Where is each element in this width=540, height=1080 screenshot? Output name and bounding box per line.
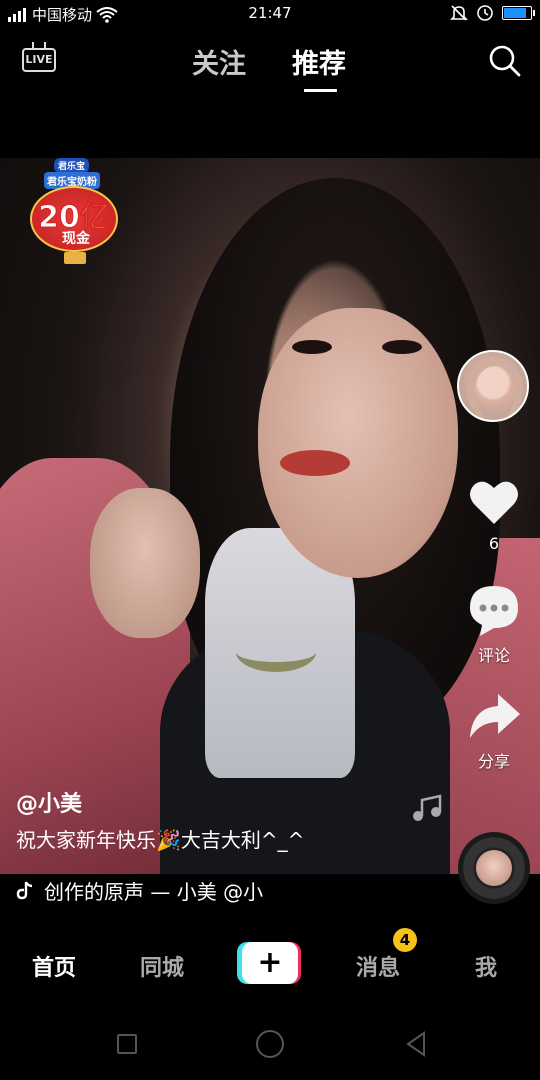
- music-disc[interactable]: [458, 832, 530, 904]
- battery-icon: [502, 6, 535, 20]
- search-button[interactable]: [488, 44, 522, 78]
- mute-icon: [450, 5, 468, 21]
- tab-city[interactable]: 同城: [140, 950, 184, 982]
- tab-follow[interactable]: 关注: [192, 42, 246, 81]
- share-button[interactable]: 分享: [454, 688, 534, 772]
- status-right: [450, 4, 535, 22]
- comment-icon: [470, 586, 518, 636]
- share-arrow-icon: [470, 694, 520, 738]
- back-button[interactable]: [402, 1030, 430, 1058]
- floating-music-note-icon: [413, 794, 442, 821]
- alarm-icon: [477, 5, 493, 21]
- video-caption: 祝大家新年快乐🎉大吉大利^_^: [16, 828, 305, 852]
- music-row[interactable]: 创作的原声 — 小美 @小: [16, 876, 456, 904]
- comment-label: 评论: [477, 646, 510, 665]
- promo-cash: 现金: [62, 231, 90, 247]
- tab-home[interactable]: 首页: [32, 950, 76, 982]
- tab-messages[interactable]: 消息: [356, 950, 400, 982]
- music-title: 创作的原声 — 小美 @小: [44, 879, 264, 904]
- plus-icon: +: [257, 945, 283, 980]
- messages-badge: 4: [393, 928, 417, 952]
- video-figure-lips: [280, 450, 350, 476]
- video-figure-face: [258, 308, 458, 578]
- tab-me[interactable]: 我: [475, 950, 497, 982]
- like-button[interactable]: 6: [454, 474, 534, 553]
- author-username[interactable]: @小美: [16, 786, 82, 818]
- live-label: LIVE: [22, 48, 56, 72]
- top-nav: LIVE 关注 推荐: [0, 34, 540, 98]
- heart-icon: [470, 481, 518, 524]
- tab-recommend[interactable]: 推荐: [292, 42, 346, 81]
- status-bar: 中国移动 21:47: [0, 0, 540, 28]
- live-button[interactable]: LIVE: [22, 42, 56, 74]
- battery-fill: [504, 8, 527, 18]
- comment-button[interactable]: 评论: [454, 582, 534, 666]
- home-button[interactable]: [256, 1030, 284, 1058]
- video-figure-necklace: [236, 632, 316, 672]
- author-avatar[interactable]: [457, 350, 529, 422]
- search-icon: [489, 45, 521, 77]
- promo-badge[interactable]: 君乐宝 君乐宝奶粉 20亿 现金: [26, 158, 122, 268]
- system-nav-bar: [0, 1010, 540, 1080]
- music-disc-cover: [476, 850, 512, 886]
- video-figure-hand: [90, 488, 200, 638]
- create-button[interactable]: +: [237, 942, 301, 984]
- recents-button[interactable]: [117, 1034, 137, 1054]
- video-figure-eye-right: [382, 340, 422, 354]
- bottom-tab-bar: 首页 同城 + 消息 我: [0, 920, 540, 1010]
- active-tab-indicator: [304, 89, 337, 92]
- like-count: 6: [488, 534, 500, 553]
- share-label: 分享: [477, 752, 510, 771]
- promo-brand: 君乐宝: [54, 158, 90, 173]
- video-figure-eye-left: [292, 340, 332, 354]
- promo-lantern-tassel: [64, 252, 86, 264]
- tiktok-note-icon: [16, 881, 33, 900]
- avatar-hair: [467, 358, 523, 420]
